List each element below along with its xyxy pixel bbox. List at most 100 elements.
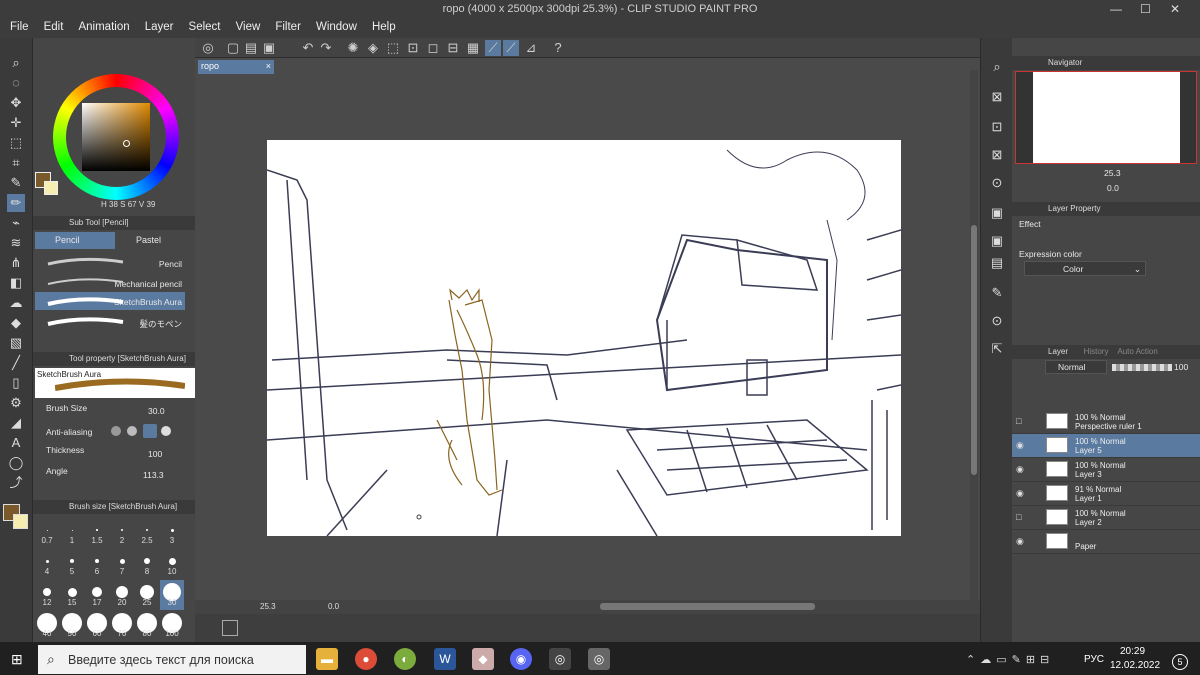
layer-row[interactable]: ◉ 100 % Normal Layer 5	[1012, 434, 1200, 458]
layer-row[interactable]: ◉ 91 % Normal Layer 1	[1012, 482, 1200, 506]
opacity-value[interactable]: 100	[1174, 362, 1188, 372]
hidden-icon[interactable]: □	[1016, 512, 1021, 522]
app-icon[interactable]: ◆	[472, 648, 494, 670]
brush-size-label[interactable]: 3	[160, 536, 184, 545]
pencil-icon[interactable]: ✏	[7, 194, 25, 212]
maximize-button[interactable]: ☐	[1140, 2, 1151, 16]
save-icon[interactable]: ▣	[261, 40, 277, 56]
brush-size-dot[interactable]	[46, 529, 48, 531]
camera-icon[interactable]: ⊙	[988, 312, 1006, 330]
brush-size-label[interactable]: 2.5	[135, 536, 159, 545]
word-icon[interactable]: W	[434, 648, 456, 670]
undo-icon[interactable]: ↶	[300, 40, 316, 56]
layer-row[interactable]: □ 100 % Normal Perspective ruler 1	[1012, 410, 1200, 434]
layout-icon[interactable]	[222, 620, 238, 636]
airbrush-icon[interactable]: ≋	[7, 234, 25, 252]
brush-size-dot[interactable]	[116, 586, 128, 598]
hidden-icon[interactable]: □	[1016, 416, 1021, 426]
sub-color-chip[interactable]	[44, 181, 58, 195]
menu-filter[interactable]: Filter	[269, 18, 307, 33]
thickness-value[interactable]: 100	[148, 449, 162, 459]
zoom-icon[interactable]: ⌕	[7, 54, 25, 72]
special-ruler-snap-icon[interactable]: ⟋	[503, 40, 519, 56]
brush-size-label[interactable]: 80	[135, 629, 159, 638]
invert-icon[interactable]: ⊟	[445, 40, 461, 56]
selection-icon[interactable]: ⬚	[7, 134, 25, 152]
brush-size-label[interactable]: 50	[60, 629, 84, 638]
open-file-icon[interactable]: ▤	[243, 40, 259, 56]
navigator-preview[interactable]	[1015, 71, 1197, 164]
brush-size-label[interactable]: 60	[85, 629, 109, 638]
tray-icons[interactable]: ⌃☁▭✎⊞⊟	[966, 653, 1054, 666]
minimize-button[interactable]: —	[1110, 2, 1122, 16]
brush-size-label[interactable]: 30	[160, 598, 184, 607]
antialias-options[interactable]	[111, 424, 183, 438]
eyedropper-icon[interactable]: ⌗	[7, 154, 25, 172]
brush-size-label[interactable]: 100	[160, 629, 184, 638]
brush-size-dot[interactable]	[121, 529, 123, 531]
transform-icon[interactable]: ⬚	[385, 40, 401, 56]
drawing-canvas[interactable]	[266, 140, 902, 537]
brush-size-label[interactable]: 6	[85, 567, 109, 576]
clock-time[interactable]: 20:29	[1120, 646, 1145, 657]
brush-size-dot[interactable]	[119, 558, 125, 564]
opacity-slider[interactable]	[1112, 364, 1172, 371]
brush-size-dot[interactable]	[45, 559, 49, 563]
brush-size-label[interactable]: 7	[110, 567, 134, 576]
tab-auto-action[interactable]: Auto Action	[1117, 347, 1157, 356]
ruler-snap-icon[interactable]: ⟋	[485, 40, 501, 56]
clip-studio-paint-icon[interactable]: ◎	[588, 648, 610, 670]
menu-help[interactable]: Help	[366, 18, 402, 33]
camera-icon[interactable]: ⊙	[988, 174, 1006, 192]
brush-size-dot[interactable]	[95, 559, 99, 563]
redo-icon[interactable]: ↷	[318, 40, 334, 56]
brush-size-label[interactable]: 10	[160, 567, 184, 576]
frame-icon[interactable]: ▯	[7, 374, 25, 392]
material-icon[interactable]: ⊠	[988, 146, 1006, 164]
tab-history[interactable]: History	[1084, 347, 1109, 356]
eye-icon[interactable]: ◉	[1016, 536, 1024, 547]
help-icon[interactable]: ?	[550, 40, 566, 56]
brush-size-value[interactable]: 30.0	[148, 406, 165, 416]
tab-layer[interactable]: Layer	[1048, 347, 1068, 356]
menu-file[interactable]: File	[0, 18, 35, 33]
brush-size-label[interactable]: 12	[35, 598, 59, 607]
brush-icon[interactable]: ⌁	[7, 214, 25, 232]
object-icon[interactable]: ✥	[7, 94, 25, 112]
material-icon[interactable]: ⊡	[988, 118, 1006, 136]
menu-view[interactable]: View	[230, 18, 267, 33]
brush-size-dot[interactable]	[71, 529, 73, 531]
crop-icon[interactable]: ▦	[465, 40, 481, 56]
discord-icon[interactable]: ◉	[510, 648, 532, 670]
brush-size-label[interactable]: 8	[135, 567, 159, 576]
text-icon[interactable]: A	[7, 434, 25, 452]
bucket-icon[interactable]: ◆	[7, 314, 25, 332]
canvas-vertical-scrollbar[interactable]	[970, 70, 978, 600]
menu-window[interactable]: Window	[310, 18, 363, 33]
zoom-readout[interactable]: 25.3	[260, 602, 276, 611]
menu-layer[interactable]: Layer	[139, 18, 180, 33]
edit-icon[interactable]: ✎	[988, 284, 1006, 302]
brush-size-dot[interactable]	[96, 529, 98, 531]
navigator-angle[interactable]: 0.0	[1107, 183, 1119, 193]
material-icon[interactable]: ⊠	[988, 88, 1006, 106]
brush-size-dot[interactable]	[146, 529, 148, 531]
chrome-icon[interactable]: ●	[355, 648, 377, 670]
document-tab[interactable]: ropo ×	[198, 60, 274, 74]
clip-studio-icon[interactable]: ◎	[200, 40, 216, 56]
brush-size-label[interactable]: 20	[110, 598, 134, 607]
blend-icon[interactable]: ☁	[7, 294, 25, 312]
language-indicator[interactable]: РУС	[1084, 654, 1104, 665]
app-icon[interactable]: ◐	[394, 648, 416, 670]
close-button[interactable]: ✕	[1170, 2, 1180, 16]
subtool-tab-pastel[interactable]: Pastel	[117, 232, 195, 249]
brush-size-label[interactable]: 2	[110, 536, 134, 545]
correct-line-icon[interactable]: ⤴	[7, 474, 25, 492]
eye-icon[interactable]: ◉	[1016, 440, 1024, 451]
operation-icon[interactable]: ⚙	[7, 394, 25, 412]
brush-size-label[interactable]: 17	[85, 598, 109, 607]
brush-size-label[interactable]: 5	[60, 567, 84, 576]
expression-color-select[interactable]: Color ⌄	[1024, 261, 1146, 276]
brush-size-label[interactable]: 70	[110, 629, 134, 638]
balloon-icon[interactable]: ◯	[7, 454, 25, 472]
